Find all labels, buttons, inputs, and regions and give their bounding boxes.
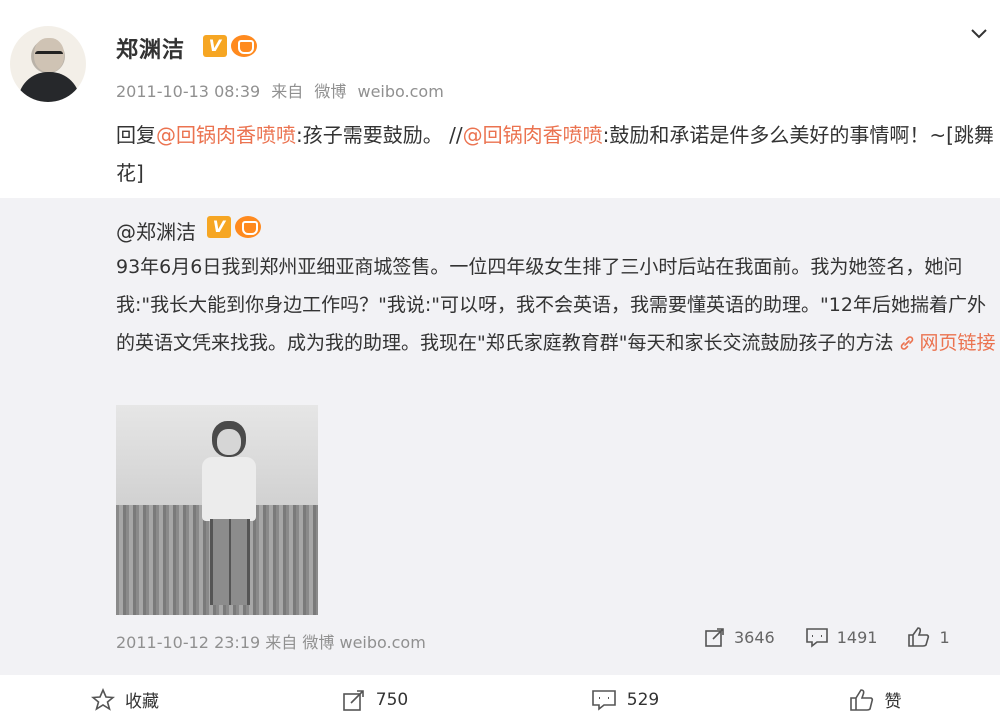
thumbs-up-icon (908, 627, 930, 647)
weibo-post-card: 郑渊洁 V 2011-10-13 08:39 来自 微博 weibo.com 回… (0, 0, 1000, 719)
repost-source-site[interactable]: weibo.com (340, 633, 426, 652)
comment-button[interactable]: 529 (500, 680, 750, 719)
favorite-label: 收藏 (125, 692, 159, 712)
comment-icon (591, 689, 616, 711)
post-meta: 2011-10-13 08:39 来自 微博 weibo.com (116, 78, 450, 102)
star-icon (91, 687, 115, 711)
mention-link[interactable]: @回锅肉香喷喷 (463, 123, 603, 147)
author-name[interactable]: 郑渊洁 (116, 32, 185, 64)
verified-badge-icon[interactable]: V (207, 216, 231, 238)
post-text-part: :孩子需要鼓励。 // (296, 123, 463, 147)
repost-total: 750 (375, 689, 409, 710)
repost-author-badges: V (207, 216, 261, 238)
repost-body: 93年6月6日我到郑州亚细亚商城签售。一位四年级女生排了三小时后站在我面前。我为… (116, 256, 986, 354)
chevron-down-icon[interactable] (968, 22, 990, 44)
reposted-content: @郑渊洁 V 93年6月6日我到郑州亚细亚商城签售。一位四年级女生排了三小时后站… (0, 198, 1000, 675)
thumbs-up-icon (849, 688, 873, 711)
share-icon (705, 628, 724, 647)
photo-child-torso (202, 457, 256, 521)
mention-link[interactable]: @回锅肉香喷喷 (156, 123, 296, 147)
repost-author[interactable]: @郑渊洁 (116, 216, 196, 245)
comment-icon (805, 628, 828, 648)
repost-share-button[interactable]: 3646 (704, 626, 775, 648)
reply-prefix: 回复 (116, 123, 156, 147)
avatar-body (18, 72, 80, 102)
repost-photo[interactable] (116, 405, 318, 615)
author-badges: V (203, 35, 257, 57)
repost-count: 3646 (734, 627, 775, 647)
post-action-bar: 收藏 750 529 赞 (0, 680, 1000, 719)
repost-timestamp[interactable]: 2011-10-12 23:19 (116, 633, 260, 652)
photo-child-legs (210, 519, 250, 605)
crown-icon[interactable] (235, 216, 261, 238)
comment-count: 1491 (836, 627, 878, 647)
repost-meta: 2011-10-12 23:19 来自 微博 weibo.com (116, 629, 426, 653)
comment-total: 529 (626, 689, 660, 710)
source-site[interactable]: weibo.com (358, 82, 444, 101)
like-count: 1 (939, 627, 950, 647)
repost-source-app[interactable]: 微博 (302, 633, 334, 652)
like-label: 赞 (884, 692, 902, 712)
repost-text: 93年6月6日我到郑州亚细亚商城签售。一位四年级女生排了三小时后站在我面前。我为… (116, 248, 996, 362)
crown-icon[interactable] (231, 35, 257, 57)
like-button[interactable]: 赞 (750, 680, 1000, 719)
link-icon[interactable] (899, 335, 915, 351)
repost-actions: 3646 1491 1 (704, 626, 950, 648)
repost-comment-button[interactable]: 1491 (805, 626, 878, 648)
web-link[interactable]: 网页链接 (919, 332, 995, 354)
avatar-glasses (35, 51, 63, 57)
post-timestamp[interactable]: 2011-10-13 08:39 (116, 82, 260, 101)
post-text: 回复@回锅肉香喷喷:孩子需要鼓励。 //@回锅肉香喷喷:鼓励和承诺是件多么美好的… (116, 116, 996, 192)
favorite-button[interactable]: 收藏 (0, 680, 250, 719)
repost-button[interactable]: 750 (250, 680, 500, 719)
author-avatar[interactable] (10, 26, 86, 102)
photo-child-face (217, 429, 241, 455)
repost-like-button[interactable]: 1 (907, 626, 950, 648)
source-prefix: 来自 (271, 82, 304, 101)
repost-source-prefix: 来自 (265, 633, 298, 652)
verified-badge-icon[interactable]: V (203, 35, 227, 57)
source-app[interactable]: 微博 (314, 82, 346, 101)
share-icon (342, 689, 364, 711)
